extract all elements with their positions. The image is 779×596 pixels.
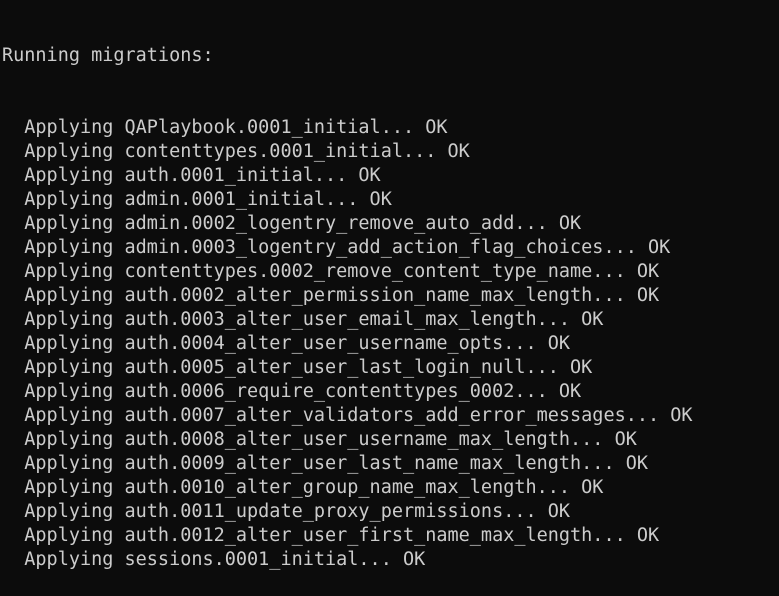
migration-line: Applying auth.0004_alter_user_username_o… [2,333,571,354]
migration-line: Applying admin.0003_logentry_add_action_… [2,237,671,258]
migration-line: Applying contenttypes.0002_remove_conten… [2,261,660,282]
migration-line: Applying admin.0002_logentry_remove_auto… [2,213,582,234]
migration-line: Applying auth.0002_alter_permission_name… [2,285,660,306]
terminal-output: Running migrations: Applying QAPlaybook.… [2,0,693,596]
migration-line: Applying auth.0003_alter_user_email_max_… [2,309,604,330]
migration-line: Applying auth.0009_alter_user_last_name_… [2,453,649,474]
migration-line: Applying sessions.0001_initial... OK [2,549,426,570]
migration-line: Applying auth.0007_alter_validators_add_… [2,405,693,426]
migration-line: Applying QAPlaybook.0001_initial... OK [2,117,448,138]
migration-line: Applying contenttypes.0001_initial... OK [2,141,470,162]
migration-line: Applying auth.0012_alter_user_first_name… [2,525,660,546]
terminal-header: Running migrations: [2,45,214,66]
migration-line: Applying admin.0001_initial... OK [2,189,392,210]
migration-line: Applying auth.0011_update_proxy_permissi… [2,501,571,522]
migration-line: Applying auth.0008_alter_user_username_m… [2,429,637,450]
migration-list: Applying QAPlaybook.0001_initial... OK A… [2,116,693,572]
migration-line: Applying auth.0005_alter_user_last_login… [2,357,593,378]
migration-line: Applying auth.0001_initial... OK [2,165,381,186]
migration-line: Applying auth.0006_require_contenttypes_… [2,381,582,402]
